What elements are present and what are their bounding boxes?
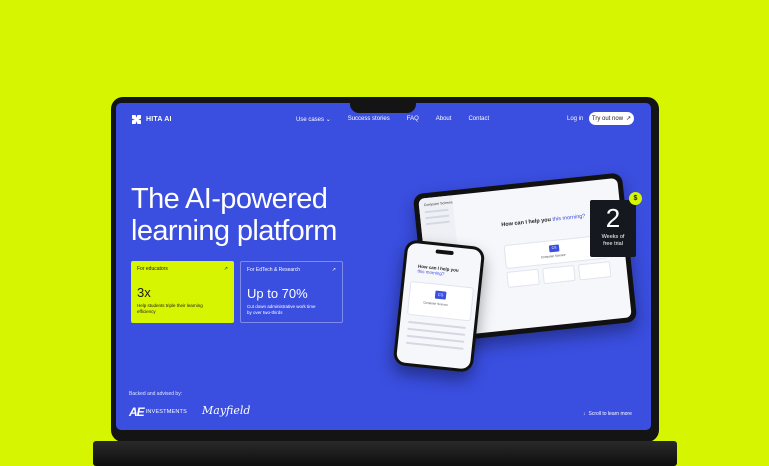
card-educators[interactable]: For educators ↗ 3x Help students triple … bbox=[131, 261, 234, 323]
card-stat: Up to 70% bbox=[247, 286, 308, 301]
nav-about[interactable]: About bbox=[436, 116, 452, 123]
phone-screen: How can I help you this morning? CS Comp… bbox=[395, 242, 483, 370]
login-link[interactable]: Log in bbox=[567, 116, 583, 122]
scroll-hint[interactable]: ↓ Scroll to learn more bbox=[583, 411, 632, 417]
logo-icon bbox=[132, 115, 141, 124]
dollar-icon: $ bbox=[629, 192, 642, 205]
phone-mockup: How can I help you this morning? CS Comp… bbox=[392, 239, 486, 373]
ae-mark: AE bbox=[129, 405, 145, 419]
card-description: Help students triple their learning effi… bbox=[137, 303, 203, 314]
arrow-down-icon: ↓ bbox=[583, 411, 586, 417]
chevron-down-icon: ⌄ bbox=[325, 117, 331, 123]
card-stat: 3x bbox=[137, 285, 151, 300]
arrow-up-right-icon: ↗ bbox=[223, 266, 228, 272]
course-name: Computer Science bbox=[540, 252, 566, 260]
question-prefix: How can I help you bbox=[501, 217, 552, 229]
hero-line-2: learning platform bbox=[131, 215, 337, 247]
hero-headline: The AI-powered learning platform bbox=[131, 183, 337, 247]
backed-label: Backed and advised by: bbox=[129, 391, 183, 397]
main-nav: Use cases ⌄ Success stories FAQ About Co… bbox=[296, 116, 489, 123]
badge-label: Weeks of free trial bbox=[601, 234, 625, 247]
course-name: Computer Science bbox=[423, 300, 449, 307]
brand-name: HITA AI bbox=[146, 116, 172, 123]
question-accent: this morning? bbox=[552, 213, 586, 223]
course-code-badge: CS bbox=[434, 290, 447, 300]
tablet-question: How can I help you this morning? bbox=[501, 213, 586, 228]
nav-use-cases-label: Use cases bbox=[296, 117, 325, 123]
phone-question: How can I help you this morning? bbox=[417, 264, 459, 278]
nav-contact[interactable]: Contact bbox=[468, 116, 489, 123]
free-trial-badge: $ 2 Weeks of free trial bbox=[590, 192, 642, 257]
laptop-screen: HITA AI Use cases ⌄ Success stories FAQ … bbox=[116, 103, 651, 430]
laptop-notch bbox=[350, 97, 416, 113]
scroll-hint-label: Scroll to learn more bbox=[588, 411, 632, 417]
hero-line-1: The AI-powered bbox=[131, 183, 328, 215]
ae-wordmark: INVESTMENTS bbox=[145, 409, 187, 415]
nav-use-cases[interactable]: Use cases ⌄ bbox=[296, 116, 331, 123]
nav-success-stories[interactable]: Success stories bbox=[348, 116, 390, 123]
tablet-sidebar-title: Computer Science bbox=[423, 200, 453, 208]
course-code-badge: CS bbox=[548, 244, 560, 253]
card-title: For EdTech & Research bbox=[247, 267, 301, 273]
try-out-label: Try out now bbox=[591, 115, 624, 122]
laptop-base bbox=[93, 441, 677, 466]
mayfield-logo: Mayfield bbox=[202, 404, 251, 417]
card-title: For educators bbox=[137, 266, 168, 272]
ae-investments-logo: AE INVESTMENTS bbox=[129, 405, 187, 419]
badge-number: 2 bbox=[605, 203, 621, 233]
card-description: Cut down administrative work time by ove… bbox=[247, 304, 316, 315]
arrow-up-right-icon: ↗ bbox=[331, 267, 336, 273]
phone-course-panel: CS Computer Science bbox=[406, 280, 475, 322]
try-out-button[interactable]: Try out now ↗ bbox=[589, 112, 634, 125]
brand-logo[interactable]: HITA AI bbox=[132, 115, 172, 124]
arrow-up-right-icon: ↗ bbox=[626, 116, 632, 122]
card-edtech[interactable]: For EdTech & Research ↗ Up to 70% Cut do… bbox=[240, 261, 343, 323]
nav-faq[interactable]: FAQ bbox=[407, 116, 419, 123]
